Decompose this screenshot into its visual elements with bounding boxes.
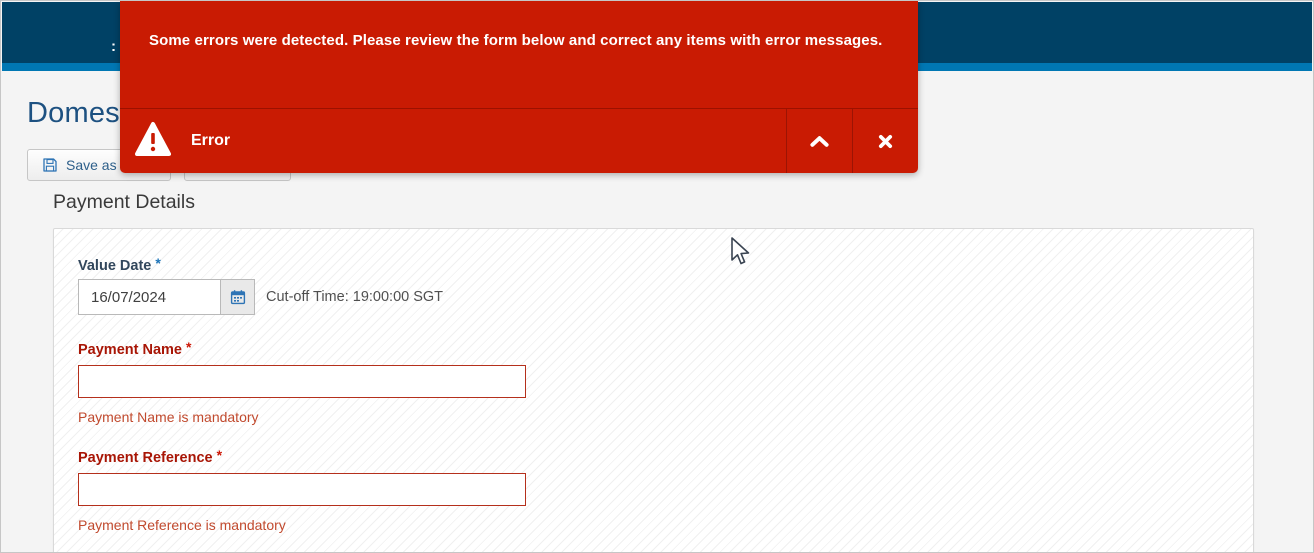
value-date-input[interactable] — [78, 279, 221, 315]
value-date-label: Value Date* — [78, 255, 161, 274]
close-x-icon — [878, 134, 893, 149]
error-alert-panel: Some errors were detected. Please review… — [120, 1, 918, 173]
payment-name-label-text: Payment Name — [78, 342, 182, 358]
value-date-required-mark: * — [155, 255, 160, 271]
payment-name-input[interactable] — [78, 365, 526, 398]
error-alert-title: Error — [191, 132, 230, 150]
value-date-label-text: Value Date — [78, 258, 151, 274]
header-text-fragment: : — [111, 38, 116, 55]
calendar-picker-button[interactable] — [220, 279, 255, 315]
save-floppy-icon — [42, 157, 58, 173]
payment-reference-label: Payment Reference* — [78, 447, 222, 466]
error-alert-message: Some errors were detected. Please review… — [149, 32, 898, 49]
payment-reference-label-text: Payment Reference — [78, 450, 213, 466]
payment-name-required-mark: * — [186, 339, 191, 355]
chevron-up-icon — [810, 135, 829, 147]
payment-reference-required-mark: * — [217, 447, 222, 463]
error-collapse-button[interactable] — [786, 109, 852, 173]
payment-details-panel: Value Date* Cut-off Time: 19:00:00 SGT — [53, 228, 1254, 553]
app-window: : Domestic Save as D Payment Details Val… — [0, 0, 1314, 553]
section-heading-payment-details: Payment Details — [53, 191, 195, 214]
cutoff-time-text: Cut-off Time: 19:00:00 SGT — [266, 289, 443, 305]
mouse-cursor — [730, 237, 750, 267]
value-date-row: Cut-off Time: 19:00:00 SGT — [78, 279, 443, 315]
payment-name-label: Payment Name* — [78, 339, 191, 358]
error-close-button[interactable] — [852, 109, 918, 173]
warning-triangle-icon — [135, 120, 171, 160]
payment-reference-error-message: Payment Reference is mandatory — [78, 517, 286, 533]
error-panel-footer: Error — [120, 109, 918, 173]
payment-name-error-message: Payment Name is mandatory — [78, 409, 259, 425]
calendar-icon — [230, 289, 246, 305]
payment-reference-input[interactable] — [78, 473, 526, 506]
